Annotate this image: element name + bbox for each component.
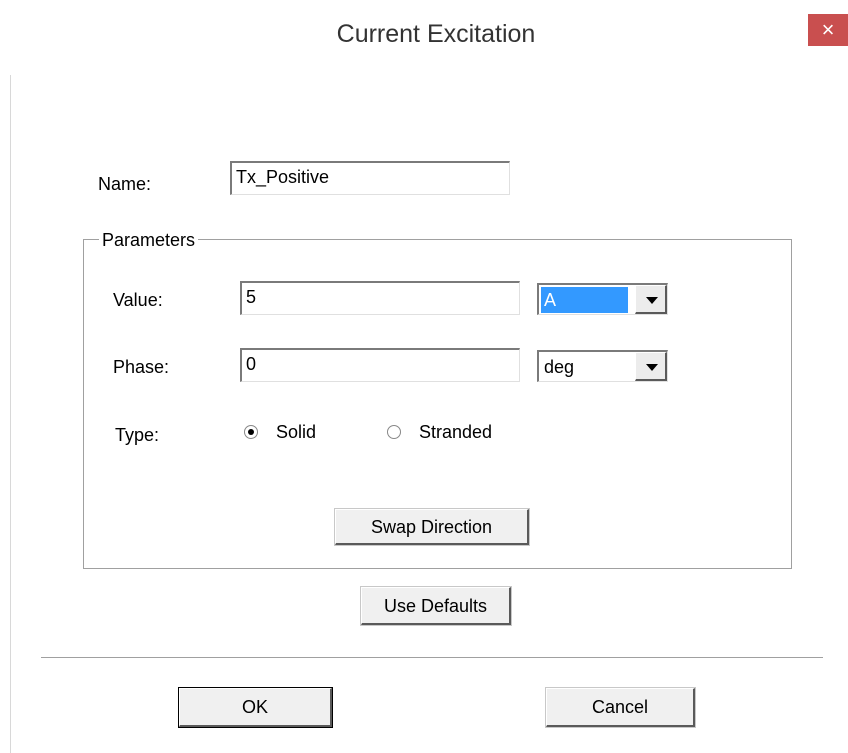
chevron-down-icon[interactable] [635,285,667,314]
title-bar: Current Excitation × [0,0,848,75]
ok-button[interactable]: OK [179,688,332,727]
phase-field-value: 0 [246,354,257,374]
value-field-value: 5 [246,287,257,307]
phase-unit-select[interactable]: deg [537,350,668,382]
phase-unit-selected: deg [544,357,575,377]
swap-direction-button[interactable]: Swap Direction [335,509,529,545]
close-button[interactable]: × [808,14,848,46]
dialog-body: Name: Tx_Positive Parameters Value: 5 A … [10,75,848,753]
use-defaults-label: Use Defaults [383,596,488,616]
solid-radio-label[interactable]: Solid [276,422,316,443]
ok-label: OK [241,697,268,717]
value-unit-select[interactable]: A [537,283,668,315]
dialog-title: Current Excitation [336,20,536,48]
separator [41,657,823,659]
chevron-down-icon[interactable] [635,352,667,381]
phase-field[interactable]: 0 [240,348,520,382]
phase-label: Phase: [113,357,170,377]
name-label: Name: [98,174,152,194]
use-defaults-button[interactable]: Use Defaults [361,587,511,625]
cancel-button[interactable]: Cancel [546,688,695,727]
name-field[interactable]: Tx_Positive [230,161,510,195]
stranded-radio-label[interactable]: Stranded [419,422,492,443]
name-field-value: Tx_Positive [236,167,330,187]
solid-radio[interactable] [244,425,258,439]
close-icon: × [821,17,835,42]
value-label: Value: [113,290,163,310]
value-unit-selected: A [541,287,628,313]
stranded-radio[interactable] [387,425,401,439]
type-label: Type: [115,425,160,445]
value-field[interactable]: 5 [240,281,520,315]
parameters-group-title: Parameters [99,230,199,251]
swap-direction-label: Swap Direction [370,517,493,537]
cancel-label: Cancel [591,697,649,717]
